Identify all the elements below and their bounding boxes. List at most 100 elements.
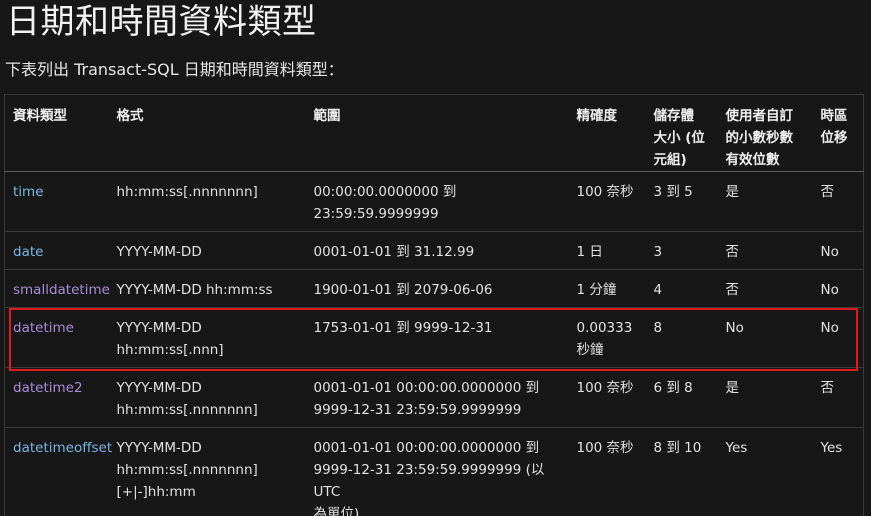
header-accuracy: 精確度 (569, 95, 646, 172)
page-title: 日期和時間資料類型 (6, 2, 317, 42)
accuracy-line: 100 奈秒 (576, 184, 634, 200)
cell-offset: No (820, 320, 839, 336)
cell-accuracy: 1 分鐘 (569, 270, 646, 308)
header-data-type: 資料類型 (5, 95, 109, 172)
header-label: 大小 (位 (653, 130, 705, 146)
cell-accuracy: 1 日 (569, 232, 646, 270)
cell-fractional: Yes (725, 440, 748, 456)
table-row: smalldatetime YYYY-MM-DD hh:mm:ss 1900-0… (4, 270, 864, 308)
cell-range: 0001-01-01 00:00:00.0000000 到 9999-12-31 … (306, 368, 569, 428)
cell-offset: No (820, 244, 839, 260)
cell-range: 0001-01-01 到 31.12.99 (306, 232, 569, 270)
table-row: time hh:mm:ss[.nnnnnnn] 00:00:00.0000000… (4, 172, 864, 232)
range-line: 00:00:00.0000000 到 (313, 184, 457, 200)
cell-type: date (5, 232, 109, 270)
cell-accuracy: 100 奈秒 (569, 428, 646, 516)
format-line: hh:mm:ss[.nnnnnnn] (116, 462, 258, 478)
range-line: 0001-01-01 00:00:00.0000000 到 (313, 380, 540, 396)
cell-offset: Yes (820, 440, 843, 456)
format-line: YYYY-MM-DD (116, 244, 202, 260)
range-line: 為單位) (313, 506, 360, 516)
cell-type: datetimeoffset (5, 428, 112, 516)
cell-format: hh:mm:ss[.nnnnnnn] (109, 172, 306, 232)
header-format: 格式 (109, 95, 306, 172)
cell-range: 00:00:00.0000000 到 23:59:59.9999999 (306, 172, 569, 232)
header-label: 使用者自訂 (725, 108, 794, 124)
cell-storage: 4 (653, 282, 663, 298)
cell-offset: 否 (820, 380, 835, 396)
header-fractional-precision: 使用者自訂 的小數秒數 有效位數 (718, 95, 813, 172)
format-line: YYYY-MM-DD (116, 380, 202, 396)
header-label: 範圍 (313, 108, 341, 124)
type-link-time[interactable]: time (13, 184, 44, 200)
table-row: date YYYY-MM-DD 0001-01-01 到 31.12.99 1 … (4, 232, 864, 270)
cell-storage: 8 (653, 320, 663, 336)
cell-type: datetime (5, 308, 109, 368)
range-line: 1900-01-01 到 2079-06-06 (313, 282, 493, 298)
cell-fractional: No (725, 320, 744, 336)
range-line: 1753-01-01 到 9999-12-31 (313, 320, 493, 336)
cell-storage: 3 到 5 (653, 184, 693, 200)
cell-type: time (5, 172, 109, 232)
header-storage-size: 儲存體 大小 (位 元組) (646, 95, 718, 172)
header-label: 元組) (653, 152, 687, 168)
type-link-smalldatetime[interactable]: smalldatetime (13, 282, 110, 298)
range-line: 0001-01-01 到 31.12.99 (313, 244, 475, 260)
cell-accuracy: 100 奈秒 (569, 172, 646, 232)
accuracy-line: 1 分鐘 (576, 282, 617, 298)
header-label: 的小數秒數 (725, 130, 794, 146)
type-link-datetimeoffset[interactable]: datetimeoffset (13, 440, 112, 456)
format-line: hh:mm:ss[.nnn] (116, 342, 224, 358)
format-line: YYYY-MM-DD hh:mm:ss (116, 282, 273, 298)
range-line: 23:59:59.9999999 (313, 206, 439, 222)
cell-format: YYYY-MM-DD hh:mm:ss[.nnnnnnn] [+|-]hh:mm (109, 428, 306, 516)
accuracy-line: 秒鐘 (576, 342, 604, 358)
format-line: [+|-]hh:mm (116, 484, 196, 500)
header-label: 有效位數 (725, 152, 780, 168)
header-label: 時區 (820, 108, 848, 124)
accuracy-line: 100 奈秒 (576, 440, 634, 456)
header-label: 資料類型 (13, 108, 67, 124)
cell-accuracy: 0.00333 秒鐘 (569, 308, 646, 368)
type-link-datetime2[interactable]: datetime2 (13, 380, 83, 396)
header-label: 精確度 (576, 108, 618, 124)
cell-range: 1753-01-01 到 9999-12-31 (306, 308, 569, 368)
cell-offset: No (820, 282, 839, 298)
accuracy-line: 1 日 (576, 244, 603, 260)
header-timezone-offset: 時區 位移 (813, 95, 864, 172)
cell-type: smalldatetime (5, 270, 110, 308)
cell-type: datetime2 (5, 368, 109, 428)
cell-storage: 6 到 8 (653, 380, 693, 396)
page: 日期和時間資料類型 下表列出 Transact-SQL 日期和時間資料類型： 資… (0, 0, 871, 516)
cell-storage: 8 到 10 (653, 440, 702, 456)
table-row: datetime2 YYYY-MM-DD hh:mm:ss[.nnnnnnn] 0… (4, 368, 864, 428)
type-link-datetime[interactable]: datetime (13, 320, 74, 336)
cell-fractional: 否 (725, 244, 740, 260)
cell-offset: 否 (820, 184, 835, 200)
header-label: 儲存體 (653, 108, 695, 124)
range-line: 9999-12-31 23:59:59.9999999 (以 UTC (313, 462, 545, 500)
format-line: YYYY-MM-DD (116, 440, 202, 456)
cell-range: 0001-01-01 00:00:00.0000000 到 9999-12-31 … (306, 428, 569, 516)
cell-fractional: 是 (725, 184, 740, 200)
header-label: 格式 (116, 108, 144, 124)
cell-fractional: 是 (725, 380, 740, 396)
date-time-types-table: 資料類型 格式 範圍 精確度 儲存體 大小 (位 元組) 使用者自訂 的小數秒數… (4, 94, 864, 516)
table-header-row: 資料類型 格式 範圍 精確度 儲存體 大小 (位 元組) 使用者自訂 的小數秒數… (4, 94, 864, 172)
cell-format: YYYY-MM-DD hh:mm:ss[.nnn] (109, 308, 306, 368)
type-link-date[interactable]: date (13, 244, 43, 260)
format-line: YYYY-MM-DD (116, 320, 202, 336)
format-line: hh:mm:ss[.nnnnnnn] (116, 184, 258, 200)
header-label: 位移 (820, 130, 848, 146)
accuracy-line: 0.00333 (576, 320, 633, 336)
range-line: 9999-12-31 23:59:59.9999999 (313, 402, 522, 418)
table-row: datetime YYYY-MM-DD hh:mm:ss[.nnn] 1753-0… (4, 308, 864, 368)
cell-storage: 3 (653, 244, 663, 260)
format-line: hh:mm:ss[.nnnnnnn] (116, 402, 258, 418)
cell-format: YYYY-MM-DD hh:mm:ss[.nnnnnnn] (109, 368, 306, 428)
accuracy-line: 100 奈秒 (576, 380, 634, 396)
intro-text: 下表列出 Transact-SQL 日期和時間資料類型： (5, 60, 344, 79)
cell-accuracy: 100 奈秒 (569, 368, 646, 428)
cell-range: 1900-01-01 到 2079-06-06 (306, 270, 569, 308)
cell-format: YYYY-MM-DD (109, 232, 306, 270)
